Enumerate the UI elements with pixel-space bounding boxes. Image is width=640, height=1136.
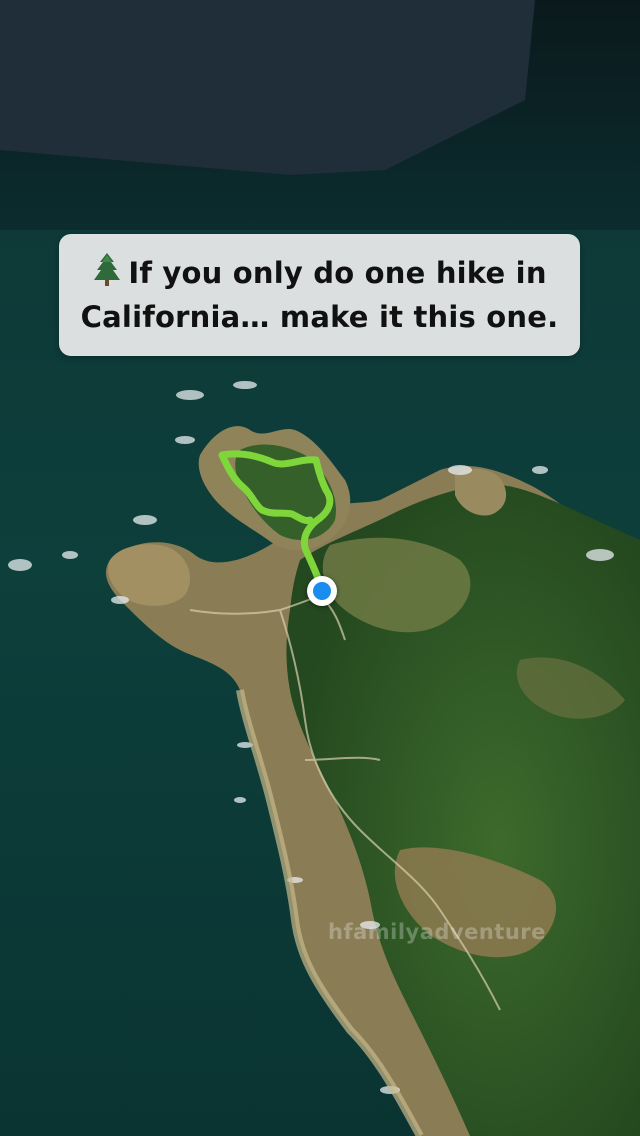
watermark: hfamilyadventure (328, 920, 546, 944)
caption-text-block: If you only do one hike in California… m… (71, 251, 568, 339)
caption-text: If you only do one hike in California… m… (80, 256, 559, 334)
caption-banner: If you only do one hike in California… m… (59, 234, 580, 356)
current-location-dot (313, 582, 331, 600)
current-location-pin[interactable] (307, 576, 337, 606)
satellite-map[interactable] (0, 0, 640, 1136)
map-screen: If you only do one hike in California… m… (0, 0, 640, 1136)
evergreen-tree-icon (94, 253, 121, 286)
